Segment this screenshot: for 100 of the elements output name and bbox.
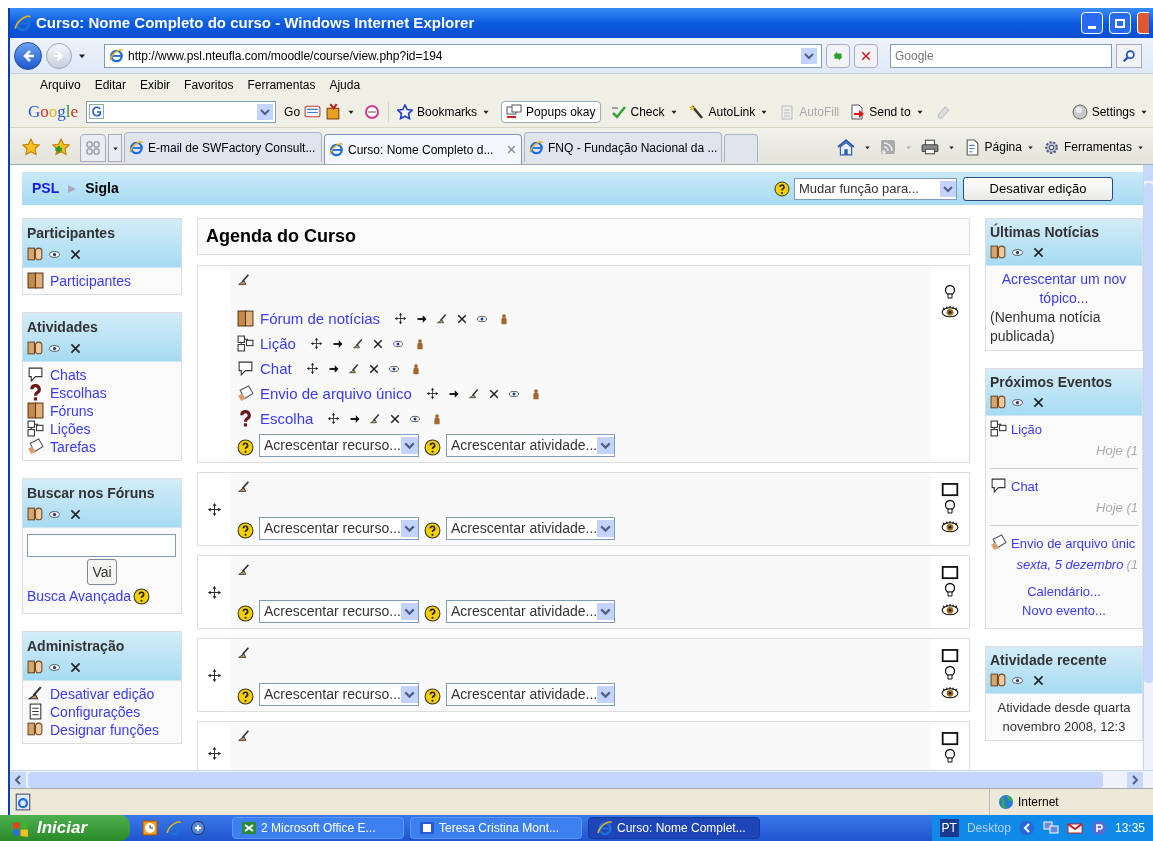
delete-icon[interactable] (389, 412, 402, 425)
block-link[interactable]: Escolhas (50, 384, 107, 402)
faces-icon[interactable] (27, 340, 44, 357)
block-link[interactable]: Chats (50, 366, 87, 384)
pencil-icon[interactable] (369, 412, 382, 425)
toolbar-button[interactable]: Bookmarks (397, 102, 492, 121)
pencil-icon[interactable] (237, 563, 251, 577)
help-icon[interactable] (423, 688, 441, 705)
card-icon[interactable] (304, 103, 322, 120)
search-field[interactable]: Google (890, 43, 1112, 68)
faces-icon[interactable] (27, 246, 44, 263)
activity-dropdown[interactable]: Acrescentar atividade... (445, 600, 616, 623)
block-link[interactable]: Desativar edição (50, 685, 155, 703)
search-button[interactable] (1116, 43, 1142, 68)
help-icon[interactable] (423, 605, 441, 622)
close-icon[interactable] (69, 661, 82, 674)
highlight-icon[interactable] (941, 646, 959, 664)
lightbulb-icon[interactable] (942, 665, 958, 681)
move-icon[interactable] (305, 362, 319, 375)
go-button[interactable]: Go (284, 102, 301, 121)
help-icon[interactable] (423, 522, 441, 539)
activity-link[interactable]: Fórum de notícias (260, 309, 381, 328)
help-icon[interactable] (237, 522, 254, 539)
network-icon[interactable] (1042, 820, 1059, 836)
stop-button[interactable] (854, 43, 878, 68)
toolbar-button[interactable]: Popups okay (501, 100, 601, 123)
block-link[interactable]: Lições (50, 420, 91, 438)
help-icon[interactable] (237, 439, 254, 456)
move-icon[interactable] (206, 584, 222, 600)
breadcrumb-link[interactable]: PSL (32, 178, 60, 199)
calendar-link[interactable]: Calendário... (1027, 582, 1101, 601)
toolbar-button[interactable]: Send to (849, 102, 925, 121)
printer-icon[interactable] (920, 138, 939, 156)
activity-dropdown[interactable]: Acrescentar atividade... (445, 517, 616, 540)
toolbar-search-field[interactable] (86, 100, 277, 123)
move-icon[interactable] (309, 337, 323, 350)
favorites-icon[interactable] (22, 138, 40, 156)
resource-dropdown[interactable]: Acrescentar recurso... (259, 434, 419, 457)
move-icon[interactable] (206, 501, 222, 517)
activity-link[interactable]: Chat (260, 359, 292, 378)
refresh-button[interactable] (826, 43, 850, 68)
lightbulb-icon[interactable] (942, 499, 958, 515)
dropdown-icon[interactable] (257, 103, 274, 120)
help-icon[interactable] (133, 587, 151, 605)
back-button[interactable] (14, 41, 42, 70)
help-icon[interactable] (774, 180, 790, 197)
circle-logo-icon[interactable] (364, 103, 381, 120)
highlight-icon[interactable] (941, 480, 959, 498)
event-link[interactable]: Chat (1011, 477, 1039, 496)
eye-icon[interactable] (48, 342, 61, 355)
move-icon[interactable] (206, 667, 222, 683)
browser-tab[interactable]: E-mail de SWFactory Consult... (124, 132, 322, 162)
close-icon[interactable] (1032, 246, 1045, 259)
lightbulb-icon[interactable] (942, 284, 958, 300)
eye-icon[interactable] (1011, 674, 1024, 687)
lightbulb-icon[interactable] (942, 748, 958, 764)
activity-link[interactable]: Escolha (260, 409, 314, 428)
resource-dropdown[interactable]: Acrescentar recurso... (259, 600, 419, 623)
menu-item[interactable]: Arquivo (40, 76, 81, 94)
quick-tabs-button[interactable] (80, 134, 106, 162)
pencil-icon[interactable] (467, 387, 480, 400)
browser-tab[interactable]: Curso: Nome Completo d... (324, 134, 522, 164)
eye-icon[interactable] (1011, 396, 1024, 409)
advanced-search-link[interactable]: Busca Avançada (27, 587, 132, 605)
add-favorite-icon[interactable] (52, 138, 70, 156)
close-button[interactable] (1137, 12, 1149, 34)
faces-icon[interactable] (990, 672, 1007, 689)
close-icon[interactable] (1032, 674, 1045, 687)
dropdown-icon[interactable] (801, 47, 817, 64)
move-icon[interactable] (425, 387, 439, 400)
taskbar-button[interactable]: Teresa Cristina Mont... (410, 817, 582, 839)
add-topic-link[interactable]: Acrescentar um nov tópico... (1001, 270, 1127, 308)
forum-search-field[interactable] (27, 534, 176, 557)
menu-item[interactable]: Favoritos (184, 76, 234, 94)
activity-link[interactable]: Lição (260, 334, 296, 353)
block-link[interactable]: Participantes (50, 272, 131, 290)
settings-button[interactable]: Settings (1071, 102, 1149, 121)
horizontal-scrollbar[interactable] (10, 770, 1153, 788)
eye-icon[interactable] (48, 248, 61, 261)
event-link[interactable]: Lição (1011, 420, 1043, 439)
tray-icon[interactable] (1090, 820, 1107, 836)
browser-tab[interactable]: FNQ - Fundação Nacional da ... (524, 132, 722, 162)
event-link[interactable]: Envio de arquivo únic (1011, 534, 1136, 553)
event-date-link[interactable]: sexta, 5 dezembro (1016, 555, 1124, 574)
taskbar-button[interactable]: 2 Microsoft Office E... (232, 817, 404, 839)
scroll-right-icon[interactable] (1131, 774, 1139, 785)
highlight-icon[interactable] (941, 563, 959, 581)
faces-icon[interactable] (990, 394, 1007, 411)
faces-icon[interactable] (27, 659, 44, 676)
menu-item[interactable]: Ferramentas (247, 76, 316, 94)
menu-item[interactable]: Exibir (140, 76, 171, 94)
collapse-icon[interactable] (1018, 820, 1035, 836)
toolbar-button[interactable]: AutoLink (688, 102, 770, 121)
close-icon[interactable] (69, 342, 82, 355)
command-button[interactable]: Ferramentas (1042, 138, 1145, 156)
close-icon[interactable] (69, 248, 82, 261)
pencil-icon[interactable] (237, 646, 251, 660)
resource-dropdown[interactable]: Acrescentar recurso... (259, 517, 419, 540)
language-indicator[interactable]: PT (939, 819, 959, 837)
calendar-link[interactable]: Novo evento... (1022, 601, 1106, 620)
